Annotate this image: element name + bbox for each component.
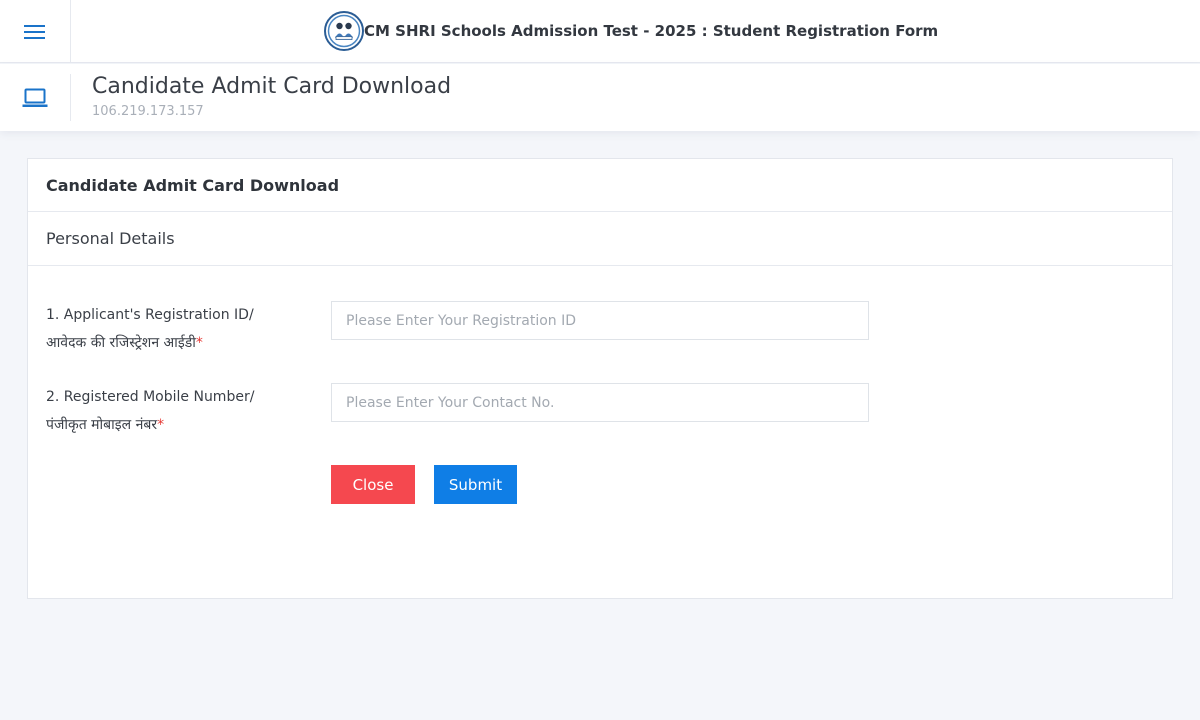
page-header: Candidate Admit Card Download 106.219.17… (0, 64, 1200, 131)
admit-card-form: Candidate Admit Card Download Personal D… (27, 158, 1173, 599)
required-mark: * (195, 335, 203, 351)
app-title: CM SHRI Schools Admission Test - 2025 : … (364, 22, 939, 40)
section-title: Personal Details (46, 229, 175, 248)
mobile-number-input[interactable] (331, 383, 869, 422)
top-bar: CM SHRI Schools Admission Test - 2025 : … (0, 0, 1200, 63)
page-header-icon-wrap (0, 74, 71, 121)
brand: CM SHRI Schools Admission Test - 2025 : … (324, 10, 938, 52)
card-title: Candidate Admit Card Download (46, 175, 340, 195)
menu-button[interactable] (0, 0, 71, 63)
registration-id-label: 1. Applicant's Registration ID/ आवेदक की… (46, 301, 254, 357)
school-emblem-icon (324, 11, 364, 51)
mobile-number-label: 2. Registered Mobile Number/ पंजीकृत मोब… (46, 383, 254, 439)
registration-id-input[interactable] (331, 301, 869, 340)
page-subtitle: 106.219.173.157 (92, 104, 204, 119)
mobile-number-label-hi: पंजीकृत मोबाइल नंबर (46, 417, 158, 433)
page-title: Candidate Admit Card Download (92, 74, 452, 99)
close-button[interactable]: Close (331, 465, 415, 504)
section-header: Personal Details (28, 212, 1172, 266)
laptop-icon (22, 88, 48, 107)
registration-id-label-hi: आवेदक की रजिस्ट्रेशन आईडी (46, 335, 196, 351)
mobile-number-label-en: 2. Registered Mobile Number/ (46, 389, 255, 405)
registration-id-label-hi-row: आवेदक की रजिस्ट्रेशन आईडी* (46, 329, 254, 357)
hamburger-menu-icon (24, 24, 45, 39)
registration-id-label-en: 1. Applicant's Registration ID/ (46, 307, 254, 323)
submit-button[interactable]: Submit (434, 465, 517, 504)
card-header: Candidate Admit Card Download (28, 159, 1172, 212)
mobile-number-label-hi-row: पंजीकृत मोबाइल नंबर* (46, 411, 254, 439)
required-mark: * (157, 417, 165, 433)
